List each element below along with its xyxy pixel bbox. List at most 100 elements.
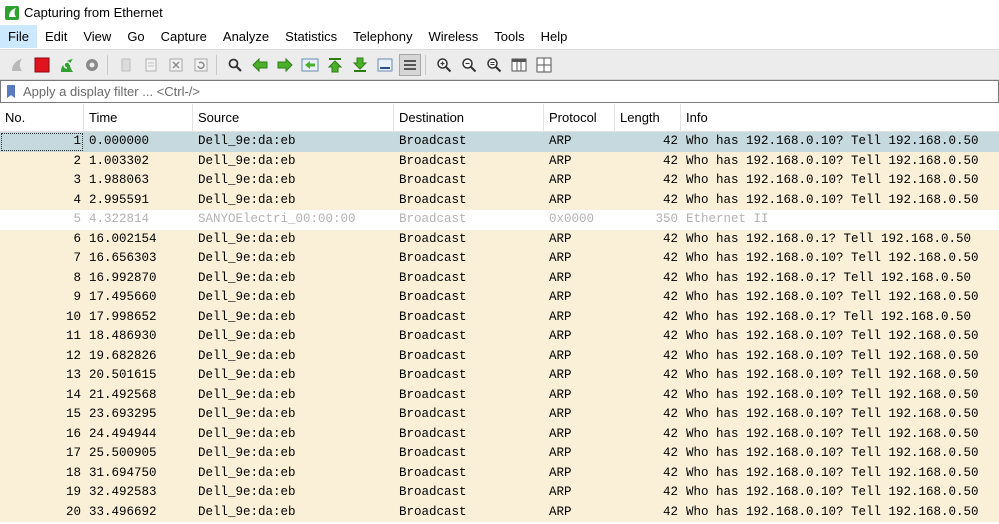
packet-row[interactable]: 15 23.693295 Dell_9e:da:eb Broadcast ARP 42 Wh… bbox=[0, 405, 999, 425]
menu-go[interactable]: Go bbox=[119, 25, 152, 48]
packet-row[interactable]: 19 32.492583 Dell_9e:da:eb Broadcast ARP 42 Wh… bbox=[0, 483, 999, 503]
column-header-protocol[interactable]: Protocol bbox=[544, 104, 615, 131]
colorize-packets-button[interactable] bbox=[399, 53, 421, 76]
packet-info: Who has 192.168.0.10? Tell 192.168.0.50 bbox=[686, 290, 979, 304]
zoom-in-button[interactable] bbox=[433, 54, 455, 76]
packet-number: 20 bbox=[65, 504, 81, 519]
packet-source: Dell_9e:da:eb bbox=[198, 426, 296, 441]
menu-analyze[interactable]: Analyze bbox=[215, 25, 277, 48]
close-file-button[interactable] bbox=[165, 54, 187, 76]
packet-row[interactable]: 14 21.492568 Dell_9e:da:eb Broadcast ARP 42 Wh… bbox=[0, 385, 999, 405]
packet-number: 2 bbox=[73, 153, 81, 168]
display-filter-input[interactable] bbox=[23, 84, 963, 99]
arrow-top-icon bbox=[327, 57, 343, 72]
last-packet-button[interactable] bbox=[349, 54, 371, 76]
packet-row[interactable]: 5 4.322814 SANYOElectri_00:00:00 Broadcast 0… bbox=[0, 210, 999, 230]
normal-size-button[interactable] bbox=[483, 54, 505, 76]
packet-protocol: ARP bbox=[549, 426, 572, 441]
packet-row[interactable]: 10 17.998652 Dell_9e:da:eb Broadcast ARP 42 Wh… bbox=[0, 307, 999, 327]
packet-row[interactable]: 12 19.682826 Dell_9e:da:eb Broadcast ARP 42 Wh… bbox=[0, 346, 999, 366]
packet-length: 42 bbox=[662, 309, 678, 324]
packet-info: Who has 192.168.0.10? Tell 192.168.0.50 bbox=[686, 153, 979, 168]
packet-protocol: ARP bbox=[549, 134, 572, 148]
packet-length: 42 bbox=[662, 173, 678, 187]
packet-row[interactable]: 16 24.494944 Dell_9e:da:eb Broadcast ARP 42 Wh… bbox=[0, 424, 999, 444]
zoom-in-icon bbox=[437, 57, 452, 72]
stop-capture-button[interactable] bbox=[31, 54, 53, 76]
column-header-time[interactable]: Time bbox=[84, 104, 193, 131]
menu-file[interactable]: File bbox=[0, 25, 37, 48]
packet-source: Dell_9e:da:eb bbox=[198, 407, 296, 421]
packet-destination: Broadcast bbox=[399, 212, 467, 226]
packet-length: 42 bbox=[662, 485, 678, 499]
packet-length: 42 bbox=[662, 231, 678, 246]
column-header-info[interactable]: Info bbox=[681, 104, 999, 131]
expand-subtrees-button[interactable] bbox=[533, 54, 555, 76]
packet-row[interactable]: 20 33.496692 Dell_9e:da:eb Broadcast ARP 42 Wh… bbox=[0, 502, 999, 522]
packet-time: 1.003302 bbox=[89, 153, 150, 168]
packet-destination: Broadcast bbox=[399, 173, 467, 187]
packet-length: 42 bbox=[662, 446, 678, 460]
restart-fin-icon bbox=[61, 58, 73, 72]
menu-edit[interactable]: Edit bbox=[37, 25, 75, 48]
packet-destination: Broadcast bbox=[399, 290, 467, 304]
packet-row[interactable]: 1 0.000000 Dell_9e:da:eb Broadcast ARP 42 Who … bbox=[0, 132, 999, 152]
resize-columns-button[interactable] bbox=[508, 54, 530, 76]
packet-row[interactable]: 8 16.992870 Dell_9e:da:eb Broadcast ARP 42 Who… bbox=[0, 268, 999, 288]
packet-row[interactable]: 4 2.995591 Dell_9e:da:eb Broadcast ARP 42 Who … bbox=[0, 190, 999, 210]
reload-icon bbox=[194, 58, 208, 71]
packet-row[interactable]: 13 20.501615 Dell_9e:da:eb Broadcast ARP 42 Wh… bbox=[0, 366, 999, 386]
menu-capture[interactable]: Capture bbox=[153, 25, 215, 48]
packet-destination: Broadcast bbox=[399, 348, 467, 363]
packet-info: Who has 192.168.0.10? Tell 192.168.0.50 bbox=[686, 407, 979, 421]
auto-scroll-button[interactable] bbox=[374, 54, 396, 76]
packet-row[interactable]: 9 17.495660 Dell_9e:da:eb Broadcast ARP 42 Who… bbox=[0, 288, 999, 308]
packet-row[interactable]: 3 1.988063 Dell_9e:da:eb Broadcast ARP 42 Who … bbox=[0, 171, 999, 191]
start-capture-button[interactable] bbox=[6, 54, 28, 76]
capture-options-button[interactable] bbox=[81, 54, 103, 76]
go-back-button[interactable] bbox=[249, 54, 271, 76]
bookmark-icon[interactable] bbox=[7, 85, 15, 98]
menu-telephony[interactable]: Telephony bbox=[345, 25, 420, 48]
packet-number: 19 bbox=[65, 485, 81, 499]
packet-protocol: ARP bbox=[549, 407, 572, 421]
first-packet-button[interactable] bbox=[324, 54, 346, 76]
packet-row[interactable]: 11 18.486930 Dell_9e:da:eb Broadcast ARP 42 Wh… bbox=[0, 327, 999, 347]
reload-button[interactable] bbox=[190, 54, 212, 76]
menu-tools[interactable]: Tools bbox=[486, 25, 532, 48]
column-header-length[interactable]: Length bbox=[615, 104, 681, 131]
zoom-out-button[interactable] bbox=[458, 54, 480, 76]
column-header-destination[interactable]: Destination bbox=[394, 104, 544, 131]
packet-row[interactable]: 18 31.694750 Dell_9e:da:eb Broadcast ARP 42 Wh… bbox=[0, 463, 999, 483]
menu-bar: File Edit View Go Capture Analyze Statis… bbox=[0, 25, 999, 48]
menu-wireless[interactable]: Wireless bbox=[420, 25, 486, 48]
packet-destination: Broadcast bbox=[399, 465, 467, 480]
menu-view[interactable]: View bbox=[75, 25, 119, 48]
packet-row[interactable]: 7 16.656303 Dell_9e:da:eb Broadcast ARP 42 Who… bbox=[0, 249, 999, 269]
packet-row[interactable]: 2 1.003302 Dell_9e:da:eb Broadcast ARP 42 Who … bbox=[0, 151, 999, 171]
find-packet-button[interactable] bbox=[224, 54, 246, 76]
packet-row[interactable]: 17 25.500905 Dell_9e:da:eb Broadcast ARP 42 Wh… bbox=[0, 444, 999, 464]
packet-source: Dell_9e:da:eb bbox=[198, 329, 296, 343]
packet-time: 21.492568 bbox=[89, 387, 157, 402]
packet-info: Who has 192.168.0.10? Tell 192.168.0.50 bbox=[686, 348, 979, 363]
open-file-button[interactable] bbox=[115, 54, 137, 76]
packet-source: Dell_9e:da:eb bbox=[198, 153, 296, 168]
packet-length: 42 bbox=[662, 368, 678, 382]
packet-row[interactable]: 6 16.002154 Dell_9e:da:eb Broadcast ARP 42 Who… bbox=[0, 229, 999, 249]
go-to-packet-button[interactable] bbox=[299, 54, 321, 76]
window-title: Capturing from Ethernet bbox=[24, 5, 163, 20]
go-forward-button[interactable] bbox=[274, 54, 296, 76]
packet-length: 42 bbox=[662, 407, 678, 421]
packet-destination: Broadcast bbox=[399, 426, 467, 441]
menu-help[interactable]: Help bbox=[533, 25, 576, 48]
restart-capture-button[interactable] bbox=[56, 54, 78, 76]
wireshark-fin-icon bbox=[5, 5, 19, 20]
save-file-button[interactable] bbox=[140, 54, 162, 76]
menu-statistics[interactable]: Statistics bbox=[277, 25, 345, 48]
packet-number: 10 bbox=[65, 309, 81, 324]
column-header-no[interactable]: No. bbox=[0, 104, 84, 131]
packet-source: Dell_9e:da:eb bbox=[198, 465, 296, 480]
packet-protocol: ARP bbox=[549, 251, 572, 265]
column-header-source[interactable]: Source bbox=[193, 104, 394, 131]
